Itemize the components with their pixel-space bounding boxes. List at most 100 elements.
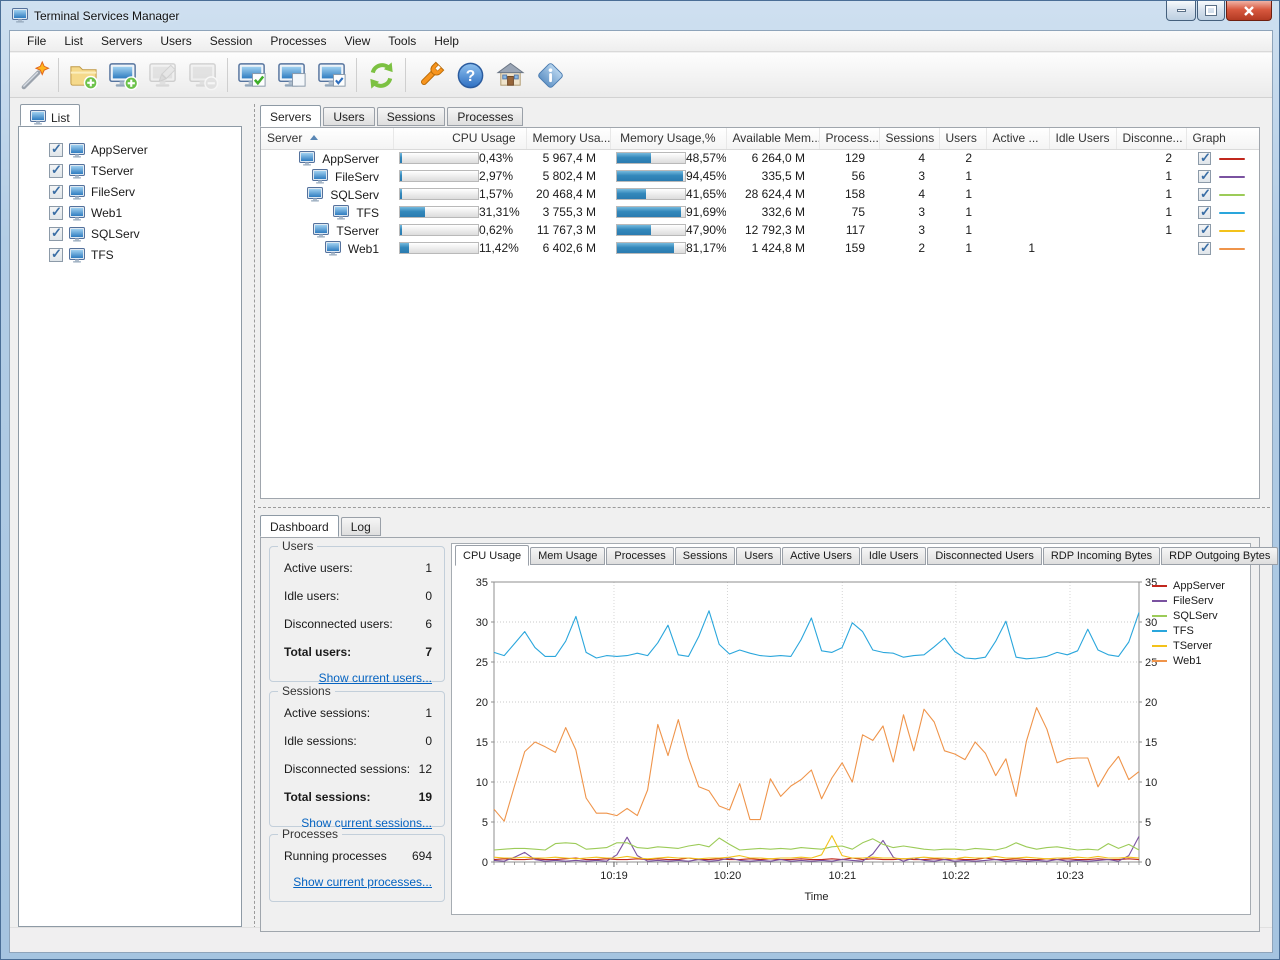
table-row-sqlserv[interactable]: SQLServ 1,57% 20 468,4 M 41,65% 28 624,4… — [261, 185, 1259, 203]
legend-item-web1: Web1 — [1152, 653, 1248, 668]
list-tab-icon — [30, 109, 46, 125]
chart-tab-cpu-usage[interactable]: CPU Usage — [455, 545, 529, 566]
connect-select-button[interactable] — [312, 55, 352, 95]
graph-checkbox[interactable] — [1198, 206, 1211, 219]
graph-checkbox[interactable] — [1198, 188, 1211, 201]
server-icon — [312, 168, 328, 184]
menu-list[interactable]: List — [55, 32, 92, 50]
menu-tools[interactable]: Tools — [379, 32, 425, 50]
menu-processes[interactable]: Processes — [261, 32, 335, 50]
close-button[interactable] — [1226, 1, 1272, 21]
chart-tab-idle-users[interactable]: Idle Users — [861, 547, 927, 565]
refresh-button[interactable] — [361, 55, 401, 95]
col-processes[interactable]: Process... — [819, 128, 879, 149]
tab-sessions[interactable]: Sessions — [377, 107, 446, 126]
about-button[interactable] — [530, 55, 570, 95]
tab-dashboard[interactable]: Dashboard — [260, 515, 339, 537]
server-list-item-fileserv[interactable]: FileServ — [19, 181, 241, 202]
chart-tab-disconnected-users[interactable]: Disconnected Users — [927, 547, 1041, 565]
graph-checkbox[interactable] — [1198, 224, 1211, 237]
svg-text:20: 20 — [1145, 697, 1157, 709]
add-server-button[interactable] — [103, 55, 143, 95]
server-checkbox[interactable] — [49, 227, 63, 241]
table-row-tserver[interactable]: TServer 0,62% 11 767,3 M 47,90% 12 792,3… — [261, 221, 1259, 239]
server-label: SQLServ — [91, 227, 140, 241]
toolbar-separator — [405, 58, 406, 92]
connect-check-button[interactable] — [232, 55, 272, 95]
add-group-button[interactable] — [63, 55, 103, 95]
show-current-users-link[interactable]: Show current users... — [319, 671, 432, 685]
chart-tab-rdp-incoming[interactable]: RDP Incoming Bytes — [1043, 547, 1160, 565]
server-icon — [69, 226, 85, 242]
col-idle-users[interactable]: Idle Users — [1049, 128, 1116, 149]
graph-checkbox[interactable] — [1198, 170, 1211, 183]
maximize-button[interactable] — [1197, 1, 1225, 21]
app-icon — [12, 7, 28, 23]
menu-help[interactable]: Help — [425, 32, 468, 50]
tab-servers[interactable]: Servers — [260, 105, 321, 127]
tab-list[interactable]: List — [20, 104, 80, 126]
col-graph[interactable]: Graph — [1186, 128, 1259, 149]
server-icon — [69, 163, 85, 179]
col-memory-usage-pct[interactable]: Memory Usage,% — [610, 128, 726, 149]
server-list-item-tfs[interactable]: TFS — [19, 244, 241, 265]
col-cpu-usage[interactable]: CPU Usage — [393, 128, 526, 149]
server-list-item-sqlserv[interactable]: SQLServ — [19, 223, 241, 244]
chart-tab-sessions[interactable]: Sessions — [675, 547, 736, 565]
minimize-button[interactable] — [1166, 1, 1196, 21]
menu-file[interactable]: File — [18, 32, 55, 50]
home-button[interactable] — [490, 55, 530, 95]
wizard-button[interactable] — [14, 55, 54, 95]
server-checkbox[interactable] — [49, 248, 63, 262]
menu-session[interactable]: Session — [201, 32, 262, 50]
server-checkbox[interactable] — [49, 143, 63, 157]
horizontal-splitter[interactable] — [258, 507, 1270, 512]
tab-log[interactable]: Log — [341, 517, 381, 536]
server-list-item-web1[interactable]: Web1 — [19, 202, 241, 223]
tab-users[interactable]: Users — [323, 107, 374, 126]
menu-servers[interactable]: Servers — [92, 32, 151, 50]
server-checkbox[interactable] — [49, 164, 63, 178]
chart-tab-processes[interactable]: Processes — [606, 547, 673, 565]
chart-tab-mem-usage[interactable]: Mem Usage — [530, 547, 605, 565]
server-list-item-appserver[interactable]: AppServer — [19, 139, 241, 160]
col-disconnected[interactable]: Disconne... — [1116, 128, 1186, 149]
table-row-tfs[interactable]: TFS 31,31% 3 755,3 M 91,69% 332,6 M 75 3… — [261, 203, 1259, 221]
graph-checkbox[interactable] — [1198, 242, 1211, 255]
chart-tab-users[interactable]: Users — [736, 547, 781, 565]
col-sessions[interactable]: Sessions — [879, 128, 939, 149]
table-row-web1[interactable]: Web1 11,42% 6 402,6 M 81,17% 1 424,8 M 1… — [261, 239, 1259, 257]
chart-tab-active-users[interactable]: Active Users — [782, 547, 860, 565]
legend-item-fileserv: FileServ — [1152, 593, 1248, 608]
graph-line-swatch — [1219, 176, 1245, 178]
svg-text:?: ? — [465, 67, 474, 84]
add-server-icon — [108, 60, 139, 91]
options-button[interactable] — [410, 55, 450, 95]
connect-new-session-button[interactable] — [272, 55, 312, 95]
title-bar[interactable]: Terminal Services Manager — [1, 1, 1280, 30]
col-memory-usage[interactable]: Memory Usa... — [526, 128, 610, 149]
server-list-item-tserver[interactable]: TServer — [19, 160, 241, 181]
graph-checkbox[interactable] — [1198, 152, 1211, 165]
server-checkbox[interactable] — [49, 206, 63, 220]
svg-text:30: 30 — [476, 617, 488, 629]
edit-server-icon — [148, 60, 179, 91]
memory-bar — [616, 170, 686, 182]
vertical-splitter[interactable] — [248, 104, 255, 934]
table-row-fileserv[interactable]: FileServ 2,97% 5 802,4 M 94,45% 335,5 M … — [261, 167, 1259, 185]
menu-users[interactable]: Users — [151, 32, 200, 50]
tab-processes[interactable]: Processes — [447, 107, 523, 126]
menu-view[interactable]: View — [335, 32, 379, 50]
idle-sessions-row: Idle sessions:0 — [270, 734, 444, 748]
chart-tab-rdp-outgoing[interactable]: RDP Outgoing Bytes — [1161, 547, 1278, 565]
server-icon — [333, 204, 349, 220]
show-current-processes-link[interactable]: Show current processes... — [293, 875, 432, 889]
total-users-row: Total users:7 — [270, 645, 444, 659]
col-users[interactable]: Users — [939, 128, 986, 149]
col-available-memory[interactable]: Available Mem... — [726, 128, 819, 149]
help-button[interactable]: ? — [450, 55, 490, 95]
col-server[interactable]: Server — [261, 128, 393, 149]
col-active-users[interactable]: Active ... — [986, 128, 1049, 149]
table-row-appserver[interactable]: AppServer 0,43% 5 967,4 M 48,57% 6 264,0… — [261, 149, 1259, 167]
server-checkbox[interactable] — [49, 185, 63, 199]
